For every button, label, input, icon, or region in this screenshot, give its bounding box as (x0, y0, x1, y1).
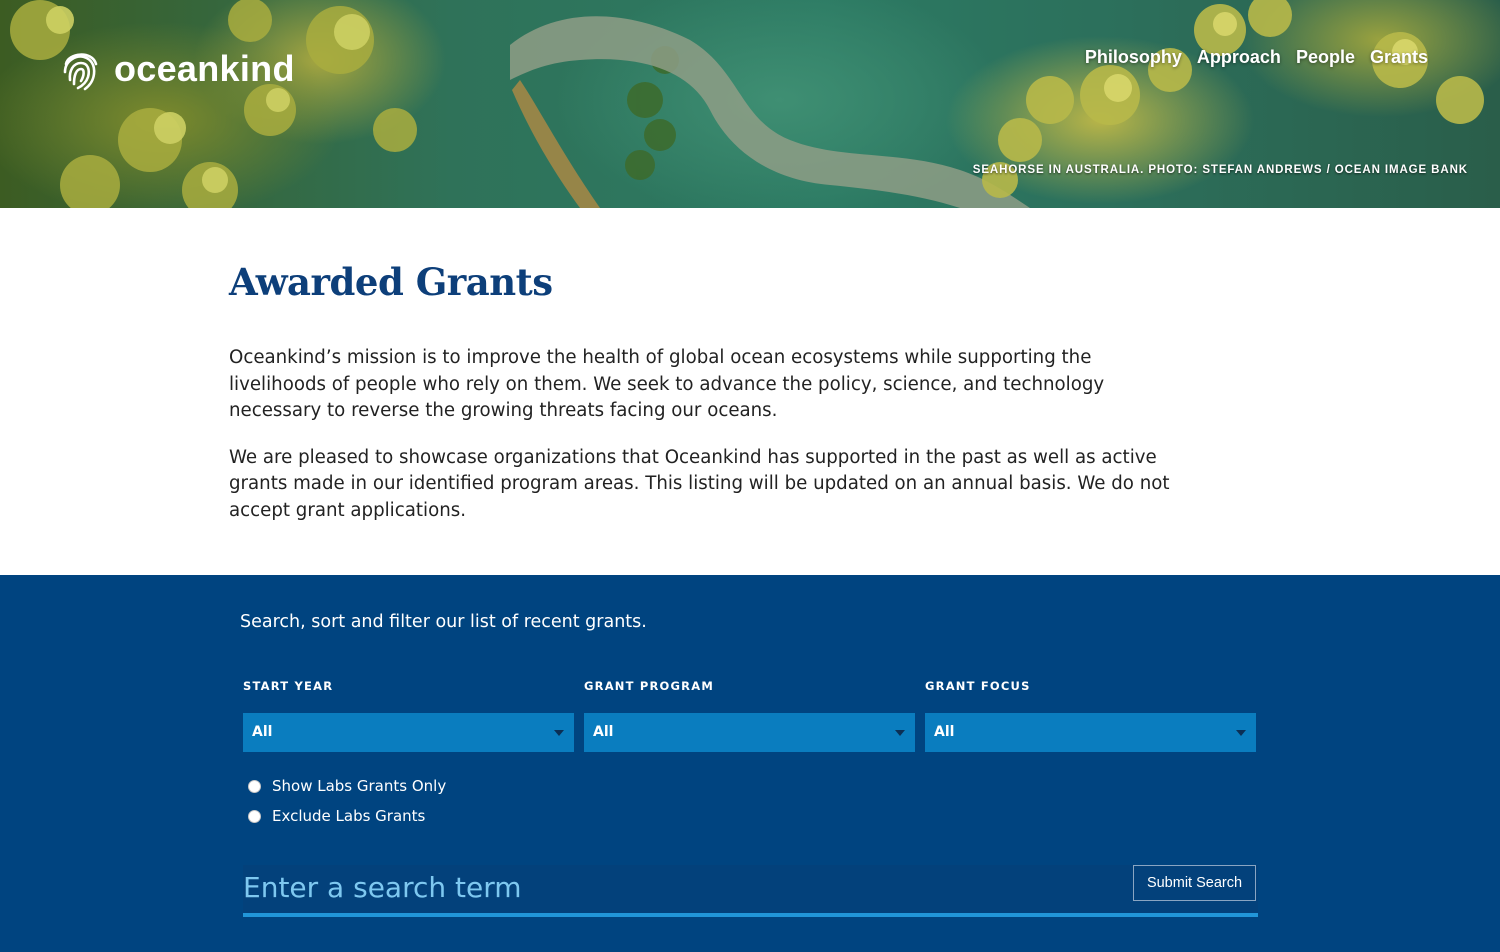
chevron-down-icon (1236, 730, 1246, 736)
exclude-labs-label: Exclude Labs Grants (272, 807, 426, 825)
grant-focus-filter: GRANT FOCUS All (925, 679, 1256, 752)
chevron-down-icon (895, 730, 905, 736)
intro-section: Awarded Grants Oceankind’s mission is to… (229, 260, 1189, 544)
nav-approach[interactable]: Approach (1197, 47, 1281, 68)
intro-paragraph-showcase: We are pleased to showcase organizations… (229, 446, 1170, 521)
grant-program-value: All (593, 724, 614, 740)
exclude-labs-option[interactable]: Exclude Labs Grants (248, 807, 425, 825)
labs-only-label: Show Labs Grants Only (272, 777, 447, 795)
start-year-filter: START YEAR All (243, 679, 574, 752)
brand-name: oceankind (114, 48, 295, 89)
grant-focus-label: GRANT FOCUS (925, 679, 1031, 693)
hero-banner: oceankind Philosophy Approach People Gra… (0, 0, 1500, 208)
grant-program-select[interactable]: All (584, 713, 915, 752)
search-placeholder: Enter a search term (243, 871, 522, 904)
labs-only-option[interactable]: Show Labs Grants Only (248, 777, 446, 795)
filter-title: Search, sort and filter our list of rece… (240, 612, 647, 632)
start-year-label: START YEAR (243, 679, 334, 693)
grant-filter-panel: Search, sort and filter our list of rece… (0, 575, 1500, 952)
brand-logo[interactable]: oceankind (62, 46, 295, 92)
nav-philosophy[interactable]: Philosophy (1085, 47, 1182, 68)
main-nav: Philosophy Approach People Grants (1085, 47, 1428, 68)
grant-focus-value: All (934, 724, 955, 740)
nav-people[interactable]: People (1296, 47, 1355, 68)
hero-photo (10, 0, 1484, 208)
grant-focus-select[interactable]: All (925, 713, 1256, 752)
exclude-labs-radio[interactable] (248, 809, 261, 823)
photo-credit: SEAHORSE IN AUSTRALIA. PHOTO: STEFAN AND… (972, 164, 1468, 176)
start-year-value: All (252, 724, 273, 740)
page-title: Awarded Grants (229, 260, 553, 304)
grant-program-filter: GRANT PROGRAM All (584, 679, 915, 752)
chevron-down-icon (554, 730, 564, 736)
start-year-select[interactable]: All (243, 713, 574, 752)
intro-paragraph-mission: Oceankind’s mission is to improve the he… (229, 347, 1105, 421)
grant-program-label: GRANT PROGRAM (584, 679, 714, 693)
nav-grants[interactable]: Grants (1370, 47, 1428, 68)
submit-search-button[interactable]: Submit Search (1133, 865, 1256, 901)
labs-only-radio[interactable] (248, 779, 261, 793)
fingerprint-icon (63, 53, 98, 91)
search-input[interactable]: Enter a search term Submit Search (243, 865, 1258, 917)
